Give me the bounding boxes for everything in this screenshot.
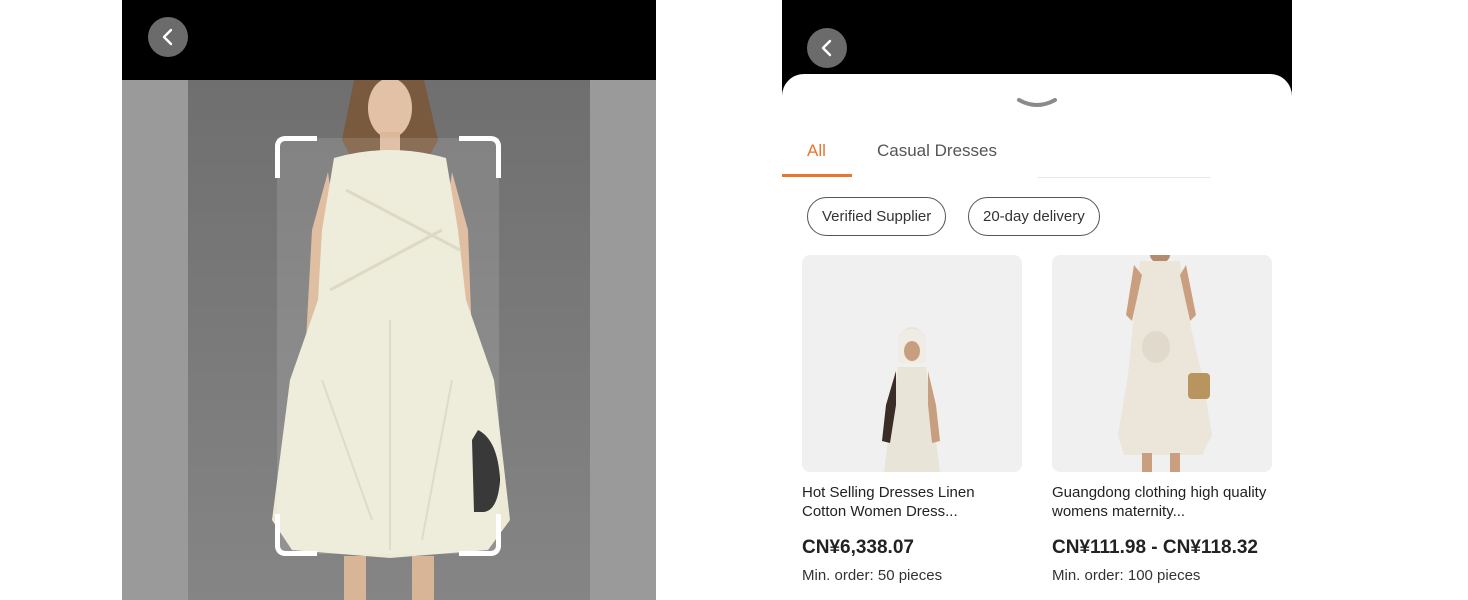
tab-label: All — [807, 141, 826, 160]
product-min-order: Min. order: 100 pieces — [1052, 567, 1201, 584]
product-min-order: Min. order: 50 pieces — [802, 567, 943, 584]
back-button[interactable] — [148, 17, 188, 57]
product-price: CN¥111.98 - CN¥118.32 — [1052, 537, 1258, 558]
product-photo — [882, 327, 940, 472]
tab-label: Casual Dresses — [877, 141, 997, 160]
tabs-divider — [1038, 177, 1210, 178]
filter-chip-verified-supplier[interactable]: Verified Supplier — [807, 197, 947, 236]
chevron-left-icon — [821, 39, 832, 57]
product-title: Guangdong clothing high quality womens m… — [1052, 484, 1267, 520]
search-results-screen: All Casual Dresses Verified Supplier 20-… — [782, 0, 1292, 600]
crop-handle-bottom-right[interactable] — [459, 514, 501, 556]
active-tab-indicator — [782, 174, 852, 177]
product-card[interactable]: Guangdong clothing high quality womens m… — [1052, 255, 1272, 600]
tab-casual-dresses[interactable]: Casual Dresses — [877, 138, 997, 178]
category-tabs: All Casual Dresses — [782, 138, 1292, 178]
chevron-down-icon — [1017, 98, 1057, 107]
chip-label: 20-day delivery — [983, 208, 1085, 225]
image-crop-frame[interactable] — [275, 136, 501, 556]
captured-photo — [122, 80, 656, 600]
chevron-left-icon — [162, 28, 173, 46]
crop-handle-bottom-left[interactable] — [275, 514, 317, 556]
product-image — [1052, 255, 1272, 472]
tab-all[interactable]: All — [807, 138, 826, 178]
product-card[interactable]: Hot Selling Dresses Linen Cotton Women D… — [802, 255, 1022, 600]
product-photo — [1118, 255, 1212, 472]
sheet-handle[interactable] — [1016, 96, 1058, 108]
filter-chip-20-day-delivery[interactable]: 20-day delivery — [968, 197, 1100, 236]
product-price: CN¥6,338.07 — [802, 537, 914, 558]
product-title: Hot Selling Dresses Linen Cotton Women D… — [802, 484, 975, 520]
product-image — [802, 255, 1022, 472]
camera-top-bar — [122, 0, 656, 80]
crop-handle-top-right[interactable] — [459, 136, 501, 178]
back-button[interactable] — [807, 28, 847, 68]
results-bottom-sheet: All Casual Dresses Verified Supplier 20-… — [782, 74, 1292, 600]
chip-label: Verified Supplier — [822, 208, 932, 225]
crop-handle-top-left[interactable] — [275, 136, 317, 178]
image-search-camera-screen — [122, 0, 656, 600]
